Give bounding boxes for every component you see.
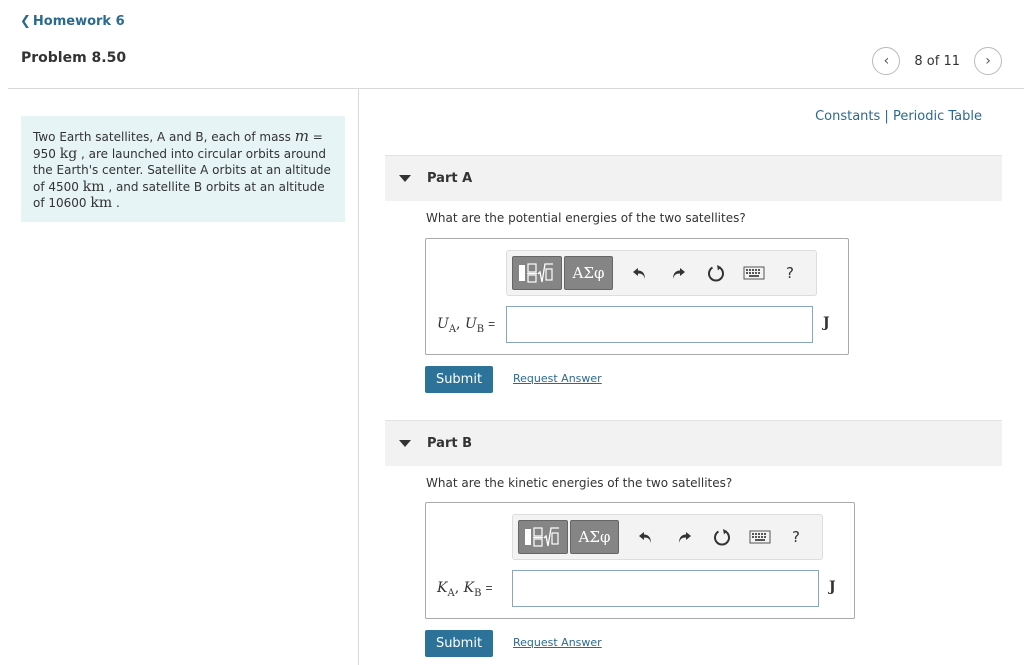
problem-text: . bbox=[112, 196, 120, 210]
problem-text: Two Earth satellites, A and B, each of m… bbox=[33, 130, 295, 144]
part-a-submit-button[interactable]: Submit bbox=[425, 366, 493, 393]
chevron-right-icon: › bbox=[985, 53, 991, 69]
part-b-label: Part B bbox=[427, 436, 473, 451]
mass-symbol: m bbox=[294, 127, 309, 145]
previous-problem-button[interactable]: ‹ bbox=[872, 47, 901, 75]
mass-unit: kg bbox=[59, 145, 78, 162]
link-separator: | bbox=[880, 109, 893, 124]
problem-pager: ‹ 8 of 11 › bbox=[872, 47, 1002, 75]
part-a-label: Part A bbox=[427, 171, 473, 186]
altitude-unit: km bbox=[90, 195, 113, 211]
reset-button[interactable] bbox=[703, 260, 729, 286]
part-b-answer-input[interactable] bbox=[512, 570, 819, 607]
reset-button[interactable] bbox=[709, 524, 735, 550]
help-icon: ? bbox=[786, 264, 794, 282]
reset-icon bbox=[708, 265, 724, 282]
part-a-request-answer-link[interactable]: Request Answer bbox=[513, 372, 602, 385]
part-b-header[interactable]: Part B bbox=[385, 420, 1002, 466]
help-button[interactable]: ? bbox=[783, 524, 809, 550]
altitude-unit: km bbox=[82, 178, 105, 195]
redo-button[interactable] bbox=[665, 260, 691, 286]
undo-icon bbox=[633, 268, 645, 279]
help-icon: ? bbox=[792, 528, 800, 546]
part-b-question: What are the kinetic energies of the two… bbox=[426, 476, 733, 490]
math-toolbar: ΑΣφ ? bbox=[512, 514, 823, 560]
collapse-triangle-icon bbox=[399, 440, 411, 447]
redo-icon bbox=[679, 532, 691, 543]
panel-divider bbox=[358, 89, 359, 665]
part-a-header[interactable]: Part A bbox=[385, 155, 1002, 201]
greek-letters-button[interactable]: ΑΣφ bbox=[570, 520, 619, 554]
resources-links: Constants | Periodic Table bbox=[815, 109, 982, 124]
part-a-question: What are the potential energies of the t… bbox=[426, 211, 746, 225]
undo-button[interactable] bbox=[633, 524, 659, 550]
part-b-answer-box: ΑΣφ ? KA, KB = J bbox=[425, 502, 855, 619]
keyboard-icon bbox=[743, 266, 765, 280]
keyboard-button[interactable] bbox=[747, 524, 773, 550]
keyboard-icon bbox=[749, 530, 771, 544]
keyboard-button[interactable] bbox=[741, 260, 767, 286]
part-a-unit: J bbox=[823, 315, 830, 331]
pager-count: 8 of 11 bbox=[914, 53, 960, 69]
part-a-answer-input[interactable] bbox=[506, 306, 813, 343]
greek-letters-button[interactable]: ΑΣφ bbox=[564, 256, 613, 290]
header-divider bbox=[8, 88, 1024, 89]
back-link-label: Homework 6 bbox=[32, 14, 125, 29]
templates-button[interactable] bbox=[518, 520, 568, 554]
templates-button[interactable] bbox=[512, 256, 562, 290]
redo-icon bbox=[673, 268, 685, 279]
help-button[interactable]: ? bbox=[777, 260, 803, 286]
next-problem-button[interactable]: › bbox=[974, 47, 1002, 75]
math-toolbar: ΑΣφ ? bbox=[506, 250, 817, 296]
undo-icon bbox=[639, 532, 651, 543]
greek-letters-icon: ΑΣφ bbox=[572, 264, 605, 282]
part-a-answer-box: ΑΣφ ? UA, UB = J bbox=[425, 238, 849, 355]
undo-button[interactable] bbox=[627, 260, 653, 286]
periodic-table-link[interactable]: Periodic Table bbox=[893, 109, 982, 124]
templates-icon bbox=[525, 527, 559, 547]
chevron-left-icon: ‹ bbox=[883, 53, 890, 69]
part-b-unit: J bbox=[829, 579, 836, 595]
back-to-homework-link[interactable]: ❮ Homework 6 bbox=[20, 14, 125, 29]
part-b-variable-label: KA, KB = bbox=[437, 580, 493, 599]
part-b-request-answer-link[interactable]: Request Answer bbox=[513, 636, 602, 649]
reset-icon bbox=[714, 529, 730, 546]
redo-button[interactable] bbox=[671, 524, 697, 550]
greek-letters-icon: ΑΣφ bbox=[578, 528, 611, 546]
problem-statement: Two Earth satellites, A and B, each of m… bbox=[21, 116, 345, 222]
templates-icon bbox=[519, 263, 553, 283]
problem-title: Problem 8.50 bbox=[21, 50, 127, 66]
part-b-submit-button[interactable]: Submit bbox=[425, 630, 493, 657]
constants-link[interactable]: Constants bbox=[815, 109, 880, 124]
part-a-variable-label: UA, UB = bbox=[437, 316, 496, 335]
collapse-triangle-icon bbox=[399, 175, 411, 182]
chevron-left-icon: ❮ bbox=[20, 14, 31, 29]
